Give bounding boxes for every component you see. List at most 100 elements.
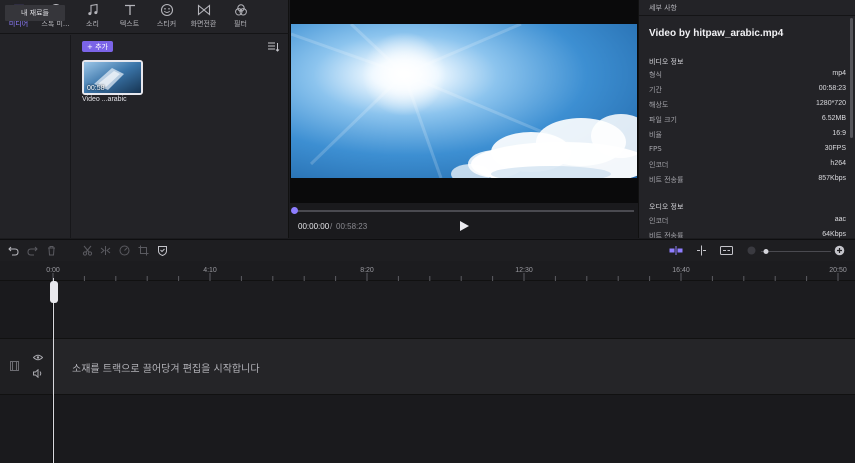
- tab-transitions[interactable]: 화면전환: [185, 0, 222, 34]
- my-material-folder[interactable]: 내 재료들: [5, 5, 65, 21]
- redo-icon[interactable]: [27, 245, 38, 256]
- transition-icon: [197, 4, 210, 16]
- undo-icon[interactable]: [8, 245, 19, 256]
- info-row-audio-encoder: 인코더 aac: [649, 216, 846, 228]
- ruler-label: 20:50: [829, 267, 847, 274]
- details-panel: 세부 사항 Video by hitpaw_arabic.mp4 비디오 정보 …: [638, 0, 855, 238]
- track-header-1: [0, 281, 53, 339]
- info-value: aac: [834, 216, 846, 223]
- info-row-audio-bitrate: 비트 전송률 64Kbps: [649, 231, 846, 238]
- info-value: 00:58:23: [818, 85, 846, 92]
- add-media-button[interactable]: + 추가: [82, 41, 113, 52]
- tab-text-label: 텍스트: [119, 20, 140, 28]
- tab-filters-label: 필터: [234, 20, 247, 28]
- file-title: Video by hitpaw_arabic.mp4: [649, 28, 784, 39]
- split-icon[interactable]: [100, 245, 111, 256]
- time-separator: /: [330, 222, 333, 231]
- info-key: 파일 크기: [649, 116, 677, 124]
- info-row-ratio: 비율 16:9: [649, 130, 846, 142]
- playhead-handle[interactable]: [50, 281, 58, 303]
- playback-scrubber[interactable]: [294, 210, 634, 212]
- tab-stickers-label: 스티커: [156, 20, 177, 28]
- shield-icon[interactable]: [157, 245, 168, 256]
- divider: [639, 15, 855, 16]
- timeline-ruler[interactable]: 0:00 4:10 8:20 12:30 16:40 20:50: [0, 261, 855, 281]
- tab-transitions-label: 화면전환: [190, 20, 217, 28]
- delete-icon[interactable]: [46, 245, 57, 256]
- tab-text[interactable]: 텍스트: [111, 0, 148, 34]
- ruler-label: 12:30: [515, 267, 533, 274]
- info-value: 857Kbps: [818, 175, 846, 182]
- info-row-format: 형식 mp4: [649, 70, 846, 82]
- ruler-ticks: [52, 273, 839, 281]
- cut-icon[interactable]: [82, 245, 93, 256]
- media-panel: 미디어 스톡 미... 소리 텍스트 스티커 화면전환 필터 내 재료들 + 추…: [0, 0, 289, 238]
- track-header-main: [0, 339, 53, 395]
- filter-icon: [234, 4, 247, 16]
- details-header: 세부 사항: [649, 4, 677, 12]
- info-row-bitrate: 비트 전송률 857Kbps: [649, 175, 846, 187]
- ruler-label: 4:10: [203, 267, 217, 274]
- tab-audio[interactable]: 소리: [74, 0, 111, 34]
- drop-hint: 소재를 트랙으로 끌어당겨 편집을 시작합니다: [72, 364, 260, 375]
- info-value: 16:9: [832, 130, 846, 137]
- preview-video[interactable]: [291, 24, 637, 178]
- info-key: 인코더: [649, 217, 669, 225]
- media-sidebar: [0, 35, 71, 238]
- zoom-in-icon[interactable]: [834, 245, 845, 256]
- info-key: 기간: [649, 86, 662, 94]
- speed-icon[interactable]: [119, 245, 130, 256]
- scrubber-handle[interactable]: [291, 207, 298, 214]
- info-row-encoder: 인코더 h264: [649, 160, 846, 172]
- link-split-icon[interactable]: [696, 245, 707, 256]
- text-icon: [124, 4, 135, 15]
- tab-stickers[interactable]: 스티커: [148, 0, 185, 34]
- info-value: 30FPS: [824, 145, 846, 152]
- sticker-icon: [160, 3, 173, 17]
- info-value: h264: [830, 160, 846, 167]
- total-duration: 00:58:23: [336, 222, 368, 231]
- audio-info-title: 오디오 정보: [649, 203, 684, 211]
- details-scrollbar[interactable]: [850, 18, 853, 138]
- ruler-label: 16:40: [672, 267, 690, 274]
- info-row-duration: 기간 00:58:23: [649, 85, 846, 97]
- track-row[interactable]: [54, 281, 855, 339]
- tab-audio-label: 소리: [86, 20, 99, 28]
- tab-filters[interactable]: 필터: [222, 0, 259, 34]
- info-row-filesize: 파일 크기 6.52MB: [649, 115, 846, 127]
- info-row-fps: FPS 30FPS: [649, 145, 846, 157]
- eye-icon[interactable]: [33, 354, 43, 361]
- thumbnail-duration: 00:58: [87, 85, 105, 92]
- preview-panel: 00:00:00 / 00:58:23: [290, 0, 638, 238]
- track-row[interactable]: [54, 395, 855, 463]
- film-icon: [10, 361, 19, 371]
- video-info-title: 비디오 정보: [649, 58, 684, 66]
- playhead[interactable]: [53, 278, 54, 463]
- info-key: 인코더: [649, 161, 669, 169]
- video-frame: [291, 24, 637, 178]
- info-key: FPS: [649, 145, 662, 153]
- zoom-slider[interactable]: [761, 249, 831, 254]
- playback-controls: 00:00:00 / 00:58:23: [290, 203, 638, 238]
- thumbnail-filename: Video ...arabic: [82, 96, 127, 103]
- info-row-resolution: 해상도 1280*720: [649, 100, 846, 112]
- ruler-label: 8:20: [360, 267, 374, 274]
- info-value: mp4: [832, 70, 846, 77]
- sort-icon[interactable]: [268, 42, 280, 52]
- caption-icon[interactable]: [720, 245, 733, 256]
- media-thumbnail[interactable]: 00:58: [82, 60, 143, 95]
- zoom-out-icon[interactable]: [746, 245, 757, 256]
- current-time: 00:00:00: [298, 222, 330, 231]
- info-key: 비율: [649, 131, 662, 139]
- info-value: 64Kbps: [822, 231, 846, 238]
- info-key: 비트 전송률: [649, 232, 684, 238]
- snap-icon[interactable]: [669, 245, 683, 256]
- info-value: 6.52MB: [821, 115, 846, 122]
- ruler-label: 0:00: [46, 267, 60, 274]
- info-value: 1280*720: [816, 100, 846, 107]
- timeline-toolbar: [0, 239, 855, 261]
- info-key: 비트 전송률: [649, 176, 684, 184]
- play-icon[interactable]: [458, 220, 470, 232]
- volume-icon[interactable]: [33, 369, 43, 378]
- crop-icon[interactable]: [138, 245, 149, 256]
